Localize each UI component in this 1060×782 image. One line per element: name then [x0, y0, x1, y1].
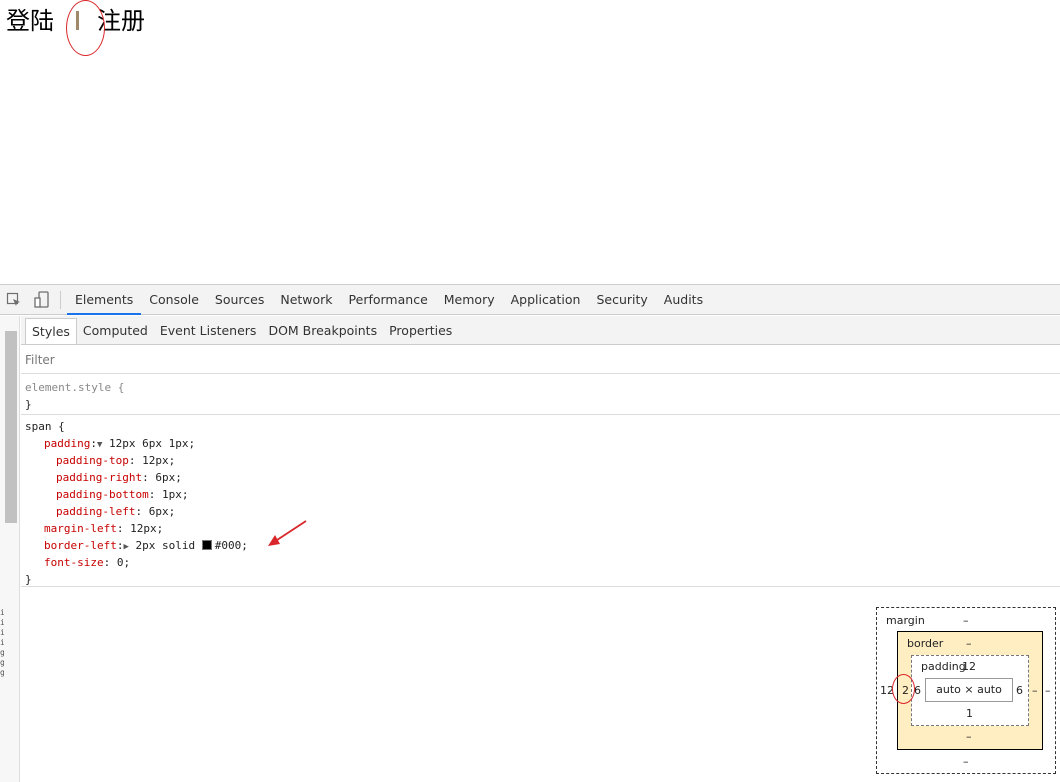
tab-sources[interactable]: Sources [207, 285, 272, 314]
margin-left-value[interactable]: 12 [880, 684, 894, 697]
span-selector[interactable]: span { [25, 418, 1060, 435]
prop-value[interactable]: 12px 6px 1px; [109, 437, 195, 450]
padding-label: padding [921, 660, 966, 673]
styles-rules: element.style { } span { padding:▼ 12px … [21, 375, 1060, 587]
margin-label: margin [886, 614, 925, 627]
dom-tree-pane-edge: iiiiggg [0, 316, 20, 782]
register-link[interactable]: 注册 [97, 3, 145, 39]
prop-value[interactable]: 6px; [155, 471, 182, 484]
tab-application[interactable]: Application [503, 285, 589, 314]
login-link[interactable]: 登陆 [6, 3, 54, 39]
tab-elements[interactable]: Elements [67, 285, 142, 315]
padding-bottom-value[interactable]: 1 [966, 707, 973, 720]
padding-left-value[interactable]: 6 [914, 684, 921, 697]
prop-value[interactable]: 0; [117, 556, 130, 569]
devtools-panel: Elements Console Sources Network Perform… [0, 284, 1060, 782]
margin-right-value[interactable]: – [1045, 684, 1051, 697]
prop-value[interactable]: 12px; [142, 454, 175, 467]
prop-name[interactable]: font-size [44, 556, 104, 569]
prop-name[interactable]: margin-left [44, 522, 117, 535]
decl-padding-left[interactable]: padding-left: 6px; [25, 503, 1060, 520]
prop-name[interactable]: padding-bottom [56, 488, 149, 501]
prop-color-value[interactable]: #000; [215, 539, 248, 552]
prop-value[interactable]: 6px; [149, 505, 176, 518]
tab-network[interactable]: Network [272, 285, 340, 314]
subtab-dom-breakpoints[interactable]: DOM Breakpoints [262, 318, 383, 343]
decl-padding[interactable]: padding:▼ 12px 6px 1px; [25, 435, 1060, 452]
border-top-value[interactable]: – [966, 637, 972, 650]
border-right-value[interactable]: – [1032, 684, 1038, 697]
subtab-properties[interactable]: Properties [383, 318, 458, 343]
prop-name[interactable]: padding-right [56, 471, 142, 484]
span-rule: span { padding:▼ 12px 6px 1px; padding-t… [21, 415, 1060, 587]
expand-triangle-icon[interactable]: ▶ [123, 542, 128, 552]
styles-filter-bar [21, 346, 1060, 374]
box-model-diagram: margin – 12 – – border – 2 – – padding 1… [876, 607, 1056, 774]
prop-value[interactable]: 12px; [130, 522, 163, 535]
prop-value[interactable]: 2px solid [136, 539, 202, 552]
decl-margin-left[interactable]: margin-left: 12px; [25, 520, 1060, 537]
decl-padding-top[interactable]: padding-top: 12px; [25, 452, 1060, 469]
scrollbar-thumb[interactable] [5, 331, 17, 523]
content-box[interactable]: auto × auto [925, 678, 1013, 702]
prop-name[interactable]: padding-top [56, 454, 129, 467]
padding-right-value[interactable]: 6 [1016, 684, 1023, 697]
decl-padding-bottom[interactable]: padding-bottom: 1px; [25, 486, 1060, 503]
divider-span[interactable] [76, 10, 79, 30]
border-label: border [907, 637, 944, 650]
devtools-toolbar: Elements Console Sources Network Perform… [0, 285, 1060, 315]
padding-box: padding 12 6 6 1 auto × auto [911, 655, 1029, 726]
subtab-computed[interactable]: Computed [77, 318, 154, 343]
prop-name[interactable]: padding [44, 437, 90, 450]
tab-audits[interactable]: Audits [656, 285, 711, 314]
expand-triangle-icon[interactable]: ▼ [97, 440, 102, 450]
dom-tree-peek-text: iiiiggg [0, 608, 4, 677]
subtab-styles[interactable]: Styles [25, 318, 77, 344]
padding-top-value[interactable]: 12 [962, 660, 976, 673]
margin-bottom-value[interactable]: – [963, 755, 969, 768]
inspect-element-icon[interactable] [0, 285, 28, 315]
styles-subtabs: Styles Computed Event Listeners DOM Brea… [21, 316, 1060, 345]
decl-padding-right[interactable]: padding-right: 6px; [25, 469, 1060, 486]
span-rule-close: } [25, 573, 32, 586]
prop-name[interactable]: border-left [44, 539, 117, 552]
tab-console[interactable]: Console [141, 285, 207, 314]
border-left-value[interactable]: 2 [902, 684, 909, 697]
decl-font-size[interactable]: font-size: 0; [25, 554, 1060, 571]
tab-performance[interactable]: Performance [341, 285, 436, 314]
prop-value[interactable]: 1px; [162, 488, 189, 501]
border-box: border – 2 – – padding 12 6 6 1 auto × a… [897, 631, 1043, 750]
tab-security[interactable]: Security [588, 285, 655, 314]
element-style-selector[interactable]: element.style { [25, 379, 1060, 396]
color-swatch-icon[interactable] [201, 540, 212, 550]
decl-border-left[interactable]: border-left:▶ 2px solid #000; [25, 537, 1060, 554]
page-viewport: 登陆 注册 [0, 0, 1060, 284]
prop-name[interactable]: padding-left [56, 505, 135, 518]
device-toolbar-icon[interactable] [28, 285, 56, 315]
border-bottom-value[interactable]: – [966, 730, 972, 743]
margin-top-value[interactable]: – [963, 614, 969, 627]
tab-memory[interactable]: Memory [436, 285, 503, 314]
styles-filter-input[interactable] [25, 351, 425, 369]
auth-links: 登陆 注册 [6, 3, 145, 39]
toolbar-separator [60, 290, 61, 309]
element-style-close: } [25, 398, 32, 411]
element-style-rule: element.style { } [21, 375, 1060, 415]
subtab-event-listeners[interactable]: Event Listeners [154, 318, 263, 343]
